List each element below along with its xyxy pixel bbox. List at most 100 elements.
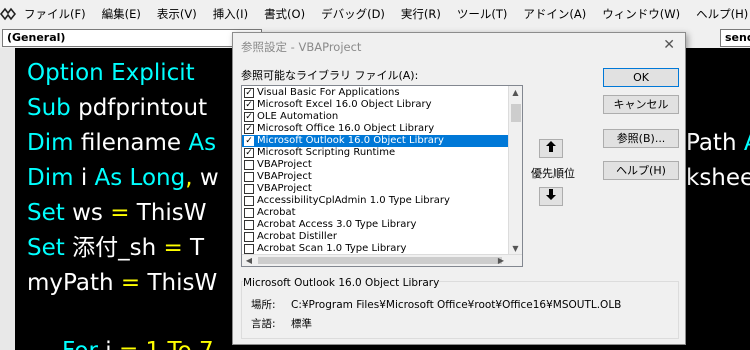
code-keyword: Dim xyxy=(27,130,74,156)
code-text: i xyxy=(73,165,95,191)
code-operator: , xyxy=(185,165,193,191)
reference-label: VBAProject xyxy=(257,159,312,170)
reference-list-item[interactable]: ✓ Microsoft Scripting Runtime xyxy=(242,147,514,159)
code-operator: = xyxy=(110,200,130,226)
reference-checkbox[interactable] xyxy=(244,244,254,254)
reference-label: Visual Basic For Applications xyxy=(257,87,400,98)
reference-list-item[interactable]: Acrobat Distiller xyxy=(242,231,514,243)
location-value: C:¥Program Files¥Microsoft Office¥root¥O… xyxy=(291,299,622,311)
reference-list-item[interactable]: ✓ OLE Automation xyxy=(242,111,514,123)
scroll-up-icon[interactable]: ▲ xyxy=(509,86,522,100)
menu-debug[interactable]: デバッグ(D) xyxy=(313,0,393,28)
browse-button[interactable]: 参照(B)... xyxy=(603,129,679,148)
code-line-4: Dim i As Long, w xyxy=(27,163,219,193)
reference-checkbox[interactable] xyxy=(244,172,254,182)
ok-button[interactable]: OK xyxy=(603,68,679,87)
editor-gutter[interactable] xyxy=(0,48,15,350)
code-operator: = 1 To 7 xyxy=(119,338,214,350)
reference-list-item[interactable]: VBAProject xyxy=(242,159,514,171)
code-text: i xyxy=(98,338,119,350)
code-keyword: Set xyxy=(27,235,65,261)
menu-tools[interactable]: ツール(T) xyxy=(449,0,516,28)
reference-label: Microsoft Excel 16.0 Object Library xyxy=(257,99,432,110)
scroll-thumb-horizontal[interactable] xyxy=(258,257,502,264)
arrow-up-icon xyxy=(546,141,556,152)
reference-label: VBAProject xyxy=(257,183,312,194)
reference-label: AccessibilityCplAdmin 1.0 Type Library xyxy=(257,195,450,206)
scroll-left-icon[interactable]: ◀ xyxy=(242,255,256,266)
selected-library-name: Microsoft Outlook 16.0 Object Library xyxy=(243,277,440,289)
procedure-combo[interactable]: send xyxy=(720,29,750,47)
code-keyword: Set xyxy=(27,200,65,226)
code-text: filename xyxy=(73,130,189,156)
reference-checkbox[interactable] xyxy=(244,196,254,206)
reference-checkbox[interactable] xyxy=(244,184,254,194)
code-keyword: As Long xyxy=(94,165,186,191)
reference-checkbox[interactable]: ✓ xyxy=(244,100,254,110)
menu-view[interactable]: 表示(V) xyxy=(149,0,205,28)
reference-label: Microsoft Office 16.0 Object Library xyxy=(257,123,435,134)
reference-checkbox[interactable] xyxy=(244,208,254,218)
reference-list-item[interactable]: VBAProject xyxy=(242,183,514,195)
reference-checkbox[interactable]: ✓ xyxy=(244,148,254,158)
reference-list-item[interactable]: ✓ Visual Basic For Applications xyxy=(242,87,514,99)
menu-addins[interactable]: アドイン(A) xyxy=(515,0,594,28)
code-text: w xyxy=(192,165,219,191)
cancel-button[interactable]: キャンセル xyxy=(603,95,679,114)
menu-bar: ファイル(F) 編集(E) 表示(V) 挿入(I) 書式(O) デバッグ(D) … xyxy=(0,0,750,28)
close-icon[interactable]: ✕ xyxy=(663,37,675,53)
references-dialog: 参照設定 - VBAProject ✕ 参照可能なライブラリ ファイル(A): … xyxy=(232,32,686,345)
code-text: T xyxy=(182,235,205,261)
menu-format[interactable]: 書式(O) xyxy=(256,0,313,28)
code-keyword: Dim xyxy=(27,165,74,191)
code-line-1: Option Explicit xyxy=(27,58,195,88)
language-value: 標準 xyxy=(291,318,312,330)
reference-checkbox[interactable]: ✓ xyxy=(244,88,254,98)
priority-up-button[interactable] xyxy=(539,139,563,158)
reference-list-item[interactable]: ✓ Microsoft Excel 16.0 Object Library xyxy=(242,99,514,111)
code-keyword: Sub xyxy=(27,95,71,121)
code-line-5: Set ws = ThisW xyxy=(27,198,207,228)
reference-checkbox[interactable] xyxy=(244,220,254,230)
code-text: pdfprintout xyxy=(70,95,208,121)
reference-list-item[interactable]: Acrobat Access 3.0 Type Library xyxy=(242,219,514,231)
reference-checkbox[interactable]: ✓ xyxy=(244,136,254,146)
reference-list-item[interactable]: ✓ Microsoft Office 16.0 Object Library xyxy=(242,123,514,135)
scroll-right-icon[interactable]: ▶ xyxy=(494,255,508,266)
menu-file[interactable]: ファイル(F) xyxy=(16,0,94,28)
arrow-down-icon xyxy=(546,189,556,200)
help-button[interactable]: ヘルプ(H) xyxy=(603,161,679,180)
menu-window[interactable]: ウィンドウ(W) xyxy=(594,0,688,28)
menu-edit[interactable]: 編集(E) xyxy=(94,0,149,28)
code-keyword: For xyxy=(62,338,98,350)
horizontal-scrollbar[interactable]: ◀ ▶ xyxy=(242,254,522,266)
reference-list-item[interactable]: ✓ Microsoft Outlook 16.0 Object Library xyxy=(242,135,514,147)
reference-label: Microsoft Scripting Runtime xyxy=(257,147,396,158)
menu-insert[interactable]: 挿入(I) xyxy=(205,0,256,28)
code-keyword: A xyxy=(744,130,750,156)
menu-help[interactable]: ヘルプ(H) xyxy=(688,0,750,28)
code-keyword: As xyxy=(188,130,217,156)
reference-list-item[interactable]: Acrobat xyxy=(242,207,514,219)
code-text: Path xyxy=(686,130,744,156)
code-line-3-right: Path A xyxy=(686,128,750,158)
code-line-4-right: ksheet xyxy=(686,163,750,193)
vertical-scrollbar[interactable]: ▲ ▼ xyxy=(508,86,522,256)
language-label: 言語: xyxy=(251,318,276,330)
code-text: ksheet xyxy=(686,165,750,191)
reference-list-item[interactable]: VBAProject xyxy=(242,171,514,183)
reference-checkbox[interactable] xyxy=(244,232,254,242)
reference-list-item[interactable]: AccessibilityCplAdmin 1.0 Type Library xyxy=(242,195,514,207)
menu-run[interactable]: 実行(R) xyxy=(393,0,449,28)
code-text: 添付_sh xyxy=(64,235,164,261)
reference-checkbox[interactable] xyxy=(244,160,254,170)
reference-checkbox[interactable]: ✓ xyxy=(244,112,254,122)
object-combo[interactable]: (General) xyxy=(2,29,262,47)
reference-checkbox[interactable]: ✓ xyxy=(244,124,254,134)
vba-editor-icon[interactable] xyxy=(0,0,16,28)
code-operator: = xyxy=(120,270,141,296)
code-keyword: Option Explicit xyxy=(27,60,195,86)
scroll-thumb[interactable] xyxy=(511,104,521,122)
references-listbox[interactable]: ✓ Visual Basic For Applications ✓ Microsoft… xyxy=(241,85,523,267)
priority-down-button[interactable] xyxy=(539,187,563,206)
